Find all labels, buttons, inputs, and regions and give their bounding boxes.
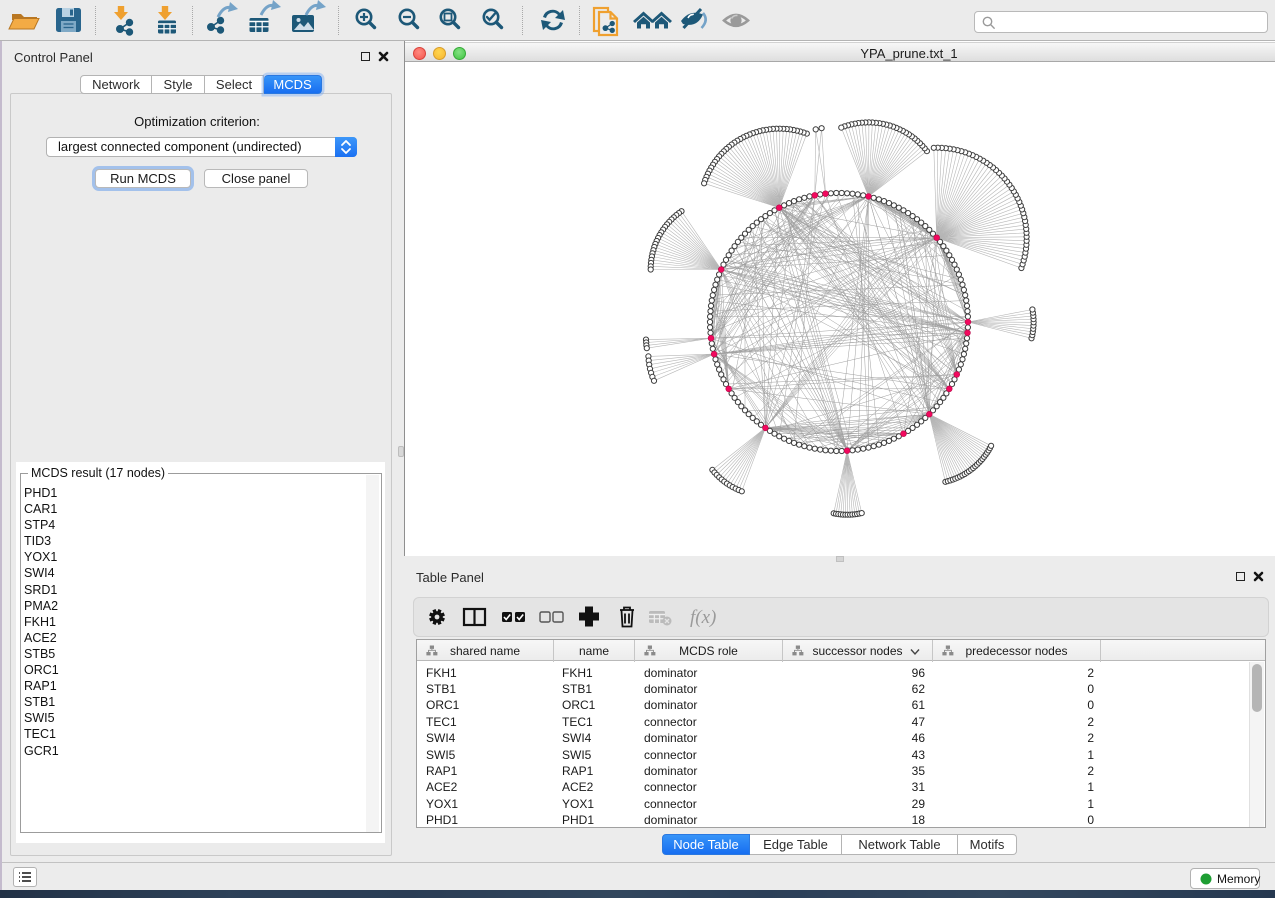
- svg-text:f(x): f(x): [690, 607, 716, 628]
